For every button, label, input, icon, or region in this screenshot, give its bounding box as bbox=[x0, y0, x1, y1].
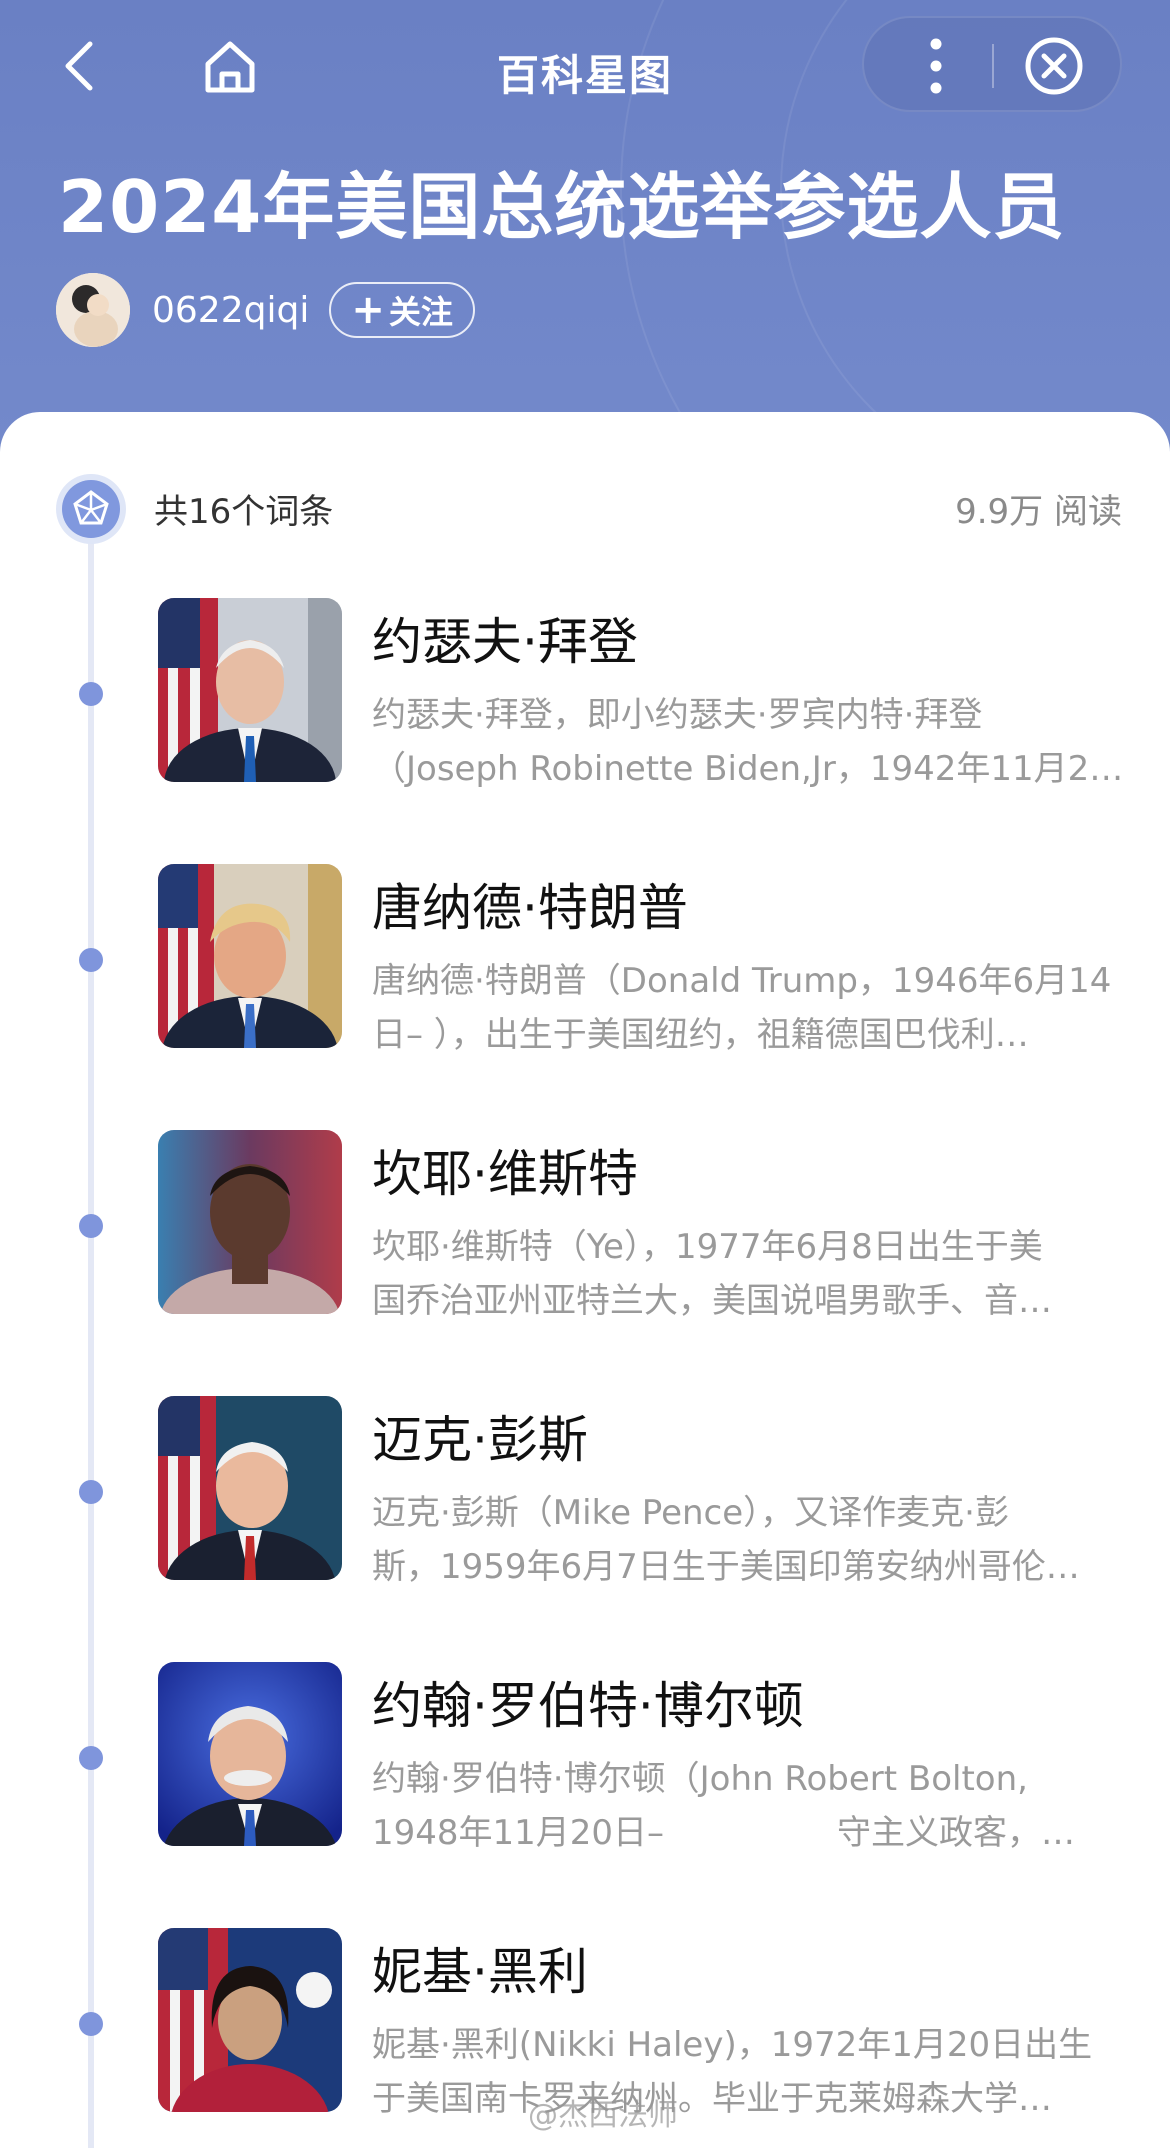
follow-label: 关注 bbox=[388, 293, 453, 331]
home-button[interactable] bbox=[200, 36, 260, 96]
entry-photo bbox=[158, 1396, 342, 1580]
entry-description-line: 于美国南卡罗来纳州。毕业于克莱姆森大学… bbox=[372, 2079, 1052, 2119]
entry-description: 约翰·罗伯特·博尔顿（John Robert Bolton, 1948年11月2… bbox=[372, 1752, 1124, 1860]
entry-description-line: 1948年11月20日– 守主义政客，… bbox=[372, 1813, 1075, 1853]
timeline-dot bbox=[79, 682, 103, 706]
chevron-left-icon bbox=[65, 41, 93, 91]
entry-name: 约瑟夫·拜登 bbox=[372, 613, 638, 671]
entry-count: 共16个词条 bbox=[154, 492, 334, 532]
avatar-image bbox=[56, 273, 130, 347]
entry-description-line: 约翰·罗伯特·博尔顿（John Robert Bolton, bbox=[372, 1759, 1028, 1799]
entry-name: 迈克·彭斯 bbox=[372, 1411, 588, 1469]
more-button[interactable] bbox=[906, 32, 966, 100]
list-item[interactable]: 迈克·彭斯 迈克·彭斯（Mike Pence），又译作麦克·彭 斯，1959年6… bbox=[0, 1396, 1170, 1596]
entry-name: 妮基·黑利 bbox=[372, 1943, 588, 2001]
entry-description-line: 约瑟夫·拜登，即小约瑟夫·罗宾内特·拜登 bbox=[372, 695, 983, 735]
entry-photo bbox=[158, 598, 342, 782]
entry-name: 约翰·罗伯特·博尔顿 bbox=[372, 1677, 804, 1735]
home-icon bbox=[205, 41, 255, 93]
list-item[interactable]: 唐纳德·特朗普 唐纳德·特朗普（Donald Trump，1946年6月14 日… bbox=[0, 864, 1170, 1064]
entry-photo bbox=[158, 1662, 342, 1846]
page-title: 2024年美国总统选举参选人员 bbox=[58, 165, 1066, 249]
entry-description-line: 迈克·彭斯（Mike Pence），又译作麦克·彭 bbox=[372, 1493, 1009, 1533]
follow-button[interactable]: + 关注 bbox=[329, 282, 475, 338]
list-item[interactable]: 坎耶·维斯特 坎耶·维斯特（Ye），1977年6月8日出生于美 国乔治亚州亚特兰… bbox=[0, 1130, 1170, 1330]
star-map-icon bbox=[62, 480, 120, 538]
entry-name: 坎耶·维斯特 bbox=[372, 1145, 638, 1203]
timeline-dot bbox=[79, 1480, 103, 1504]
entry-description: 唐纳德·特朗普（Donald Trump，1946年6月14 日– ），出生于美… bbox=[372, 954, 1124, 1062]
entry-description-line: 国乔治亚州亚特兰大，美国说唱男歌手、音… bbox=[372, 1281, 1052, 1321]
back-button[interactable] bbox=[52, 36, 112, 96]
entry-description-line: 唐纳德·特朗普（Donald Trump，1946年6月14 bbox=[372, 961, 1112, 1001]
entry-photo bbox=[158, 864, 342, 1048]
close-button[interactable] bbox=[1024, 36, 1084, 96]
close-circle-icon bbox=[1025, 37, 1083, 95]
mini-program-capsule bbox=[862, 16, 1122, 112]
avatar[interactable] bbox=[56, 273, 130, 347]
entry-photo bbox=[158, 1130, 342, 1314]
timeline-dot bbox=[79, 1214, 103, 1238]
timeline-dot bbox=[79, 1746, 103, 1770]
entry-description-line: 坎耶·维斯特（Ye），1977年6月8日出生于美 bbox=[372, 1227, 1043, 1267]
more-vertical-icon bbox=[930, 38, 942, 94]
entry-description: 迈克·彭斯（Mike Pence），又译作麦克·彭 斯，1959年6月7日生于美… bbox=[372, 1486, 1124, 1594]
entry-description: 约瑟夫·拜登，即小约瑟夫·罗宾内特·拜登 （Joseph Robinette B… bbox=[372, 688, 1124, 796]
list-item[interactable]: 约瑟夫·拜登 约瑟夫·拜登，即小约瑟夫·罗宾内特·拜登 （Joseph Robi… bbox=[0, 598, 1170, 798]
capsule-divider bbox=[992, 44, 994, 88]
entry-description-line: 妮基·黑利(Nikki Haley)，1972年1月20日出生 bbox=[372, 2025, 1093, 2065]
entry-description-line: （Joseph Robinette Biden,Jr，1942年11月2… bbox=[372, 749, 1124, 789]
list-item[interactable]: 约翰·罗伯特·博尔顿 约翰·罗伯特·博尔顿（John Robert Bolton… bbox=[0, 1662, 1170, 1862]
entry-description: 妮基·黑利(Nikki Haley)，1972年1月20日出生 于美国南卡罗来纳… bbox=[372, 2018, 1124, 2126]
entry-photo bbox=[158, 1928, 342, 2112]
author-name[interactable]: 0622qiqi bbox=[152, 290, 309, 331]
timeline-dot bbox=[79, 948, 103, 972]
plus-icon: + bbox=[351, 287, 385, 333]
entry-description-line: 日– ），出生于美国纽约，祖籍德国巴伐利… bbox=[372, 1015, 1029, 1055]
timeline-dot bbox=[79, 2012, 103, 2036]
author-row: 0622qiqi + 关注 bbox=[56, 272, 475, 348]
entry-name: 唐纳德·特朗普 bbox=[372, 879, 688, 937]
entry-description: 坎耶·维斯特（Ye），1977年6月8日出生于美 国乔治亚州亚特兰大，美国说唱男… bbox=[372, 1220, 1124, 1328]
entry-description-line: 斯，1959年6月7日生于美国印第安纳州哥伦… bbox=[372, 1547, 1080, 1587]
entry-list-card: 共16个词条 9.9万 阅读 约瑟夫·拜登 约瑟夫·拜登，即小约瑟夫·罗宾内特·… bbox=[0, 412, 1170, 2148]
header-banner: 百科星图 2024年美国总统选举参选人员 0622qiqi + 关注 bbox=[0, 0, 1170, 440]
watermark: @杰西法师 bbox=[528, 2098, 678, 2133]
read-count: 9.9万 阅读 bbox=[955, 492, 1122, 532]
